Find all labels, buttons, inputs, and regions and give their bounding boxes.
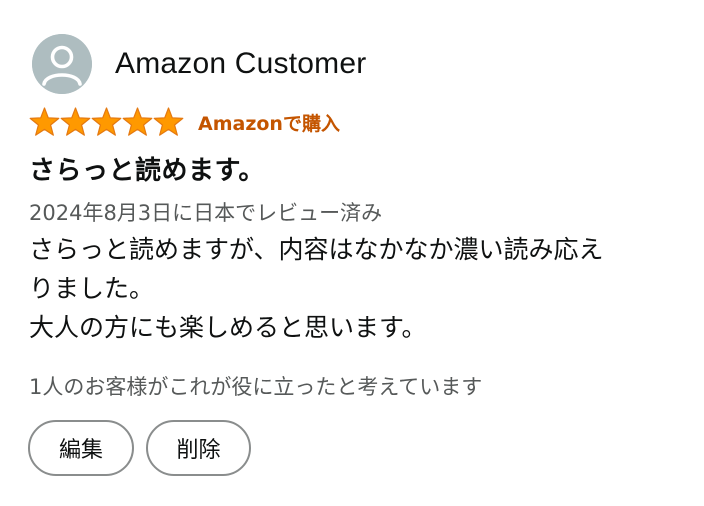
review-body-line: 大人の方にも楽しめると思います。 [29, 313, 427, 342]
helpful-count-text: 1人のお客様がこれが役に立ったと考えています [29, 375, 483, 399]
verified-purchase-badge: Amazonで購入 [198, 112, 340, 135]
review-title: さらっと読めます。 [29, 156, 265, 186]
star-filled-icon [29, 107, 60, 136]
review-body-line: りました。 [29, 274, 155, 303]
review-body: さらっと読めますが、内容はなかなか濃い読み応え りました。 大人の方にも楽しめる… [29, 230, 704, 347]
review-actions: 編集 削除 [28, 420, 251, 476]
star-filled-icon [91, 107, 122, 136]
rating-row: Amazonで購入 [29, 106, 340, 138]
star-filled-icon [122, 107, 153, 136]
delete-button[interactable]: 削除 [146, 420, 251, 476]
review-card: Amazon Customer Amazonで購入 さらっと読めます。 2024… [0, 0, 704, 506]
avatar-icon [32, 34, 92, 94]
review-body-line: さらっと読めますが、内容はなかなか濃い読み応え [29, 235, 604, 264]
review-date: 2024年8月3日に日本でレビュー済み [29, 201, 383, 225]
star-rating[interactable] [29, 107, 184, 137]
star-filled-icon [60, 107, 91, 136]
reviewer-name[interactable]: Amazon Customer [115, 47, 366, 81]
edit-button[interactable]: 編集 [28, 420, 134, 476]
reviewer-profile[interactable]: Amazon Customer [32, 34, 366, 94]
star-filled-icon [153, 107, 184, 136]
